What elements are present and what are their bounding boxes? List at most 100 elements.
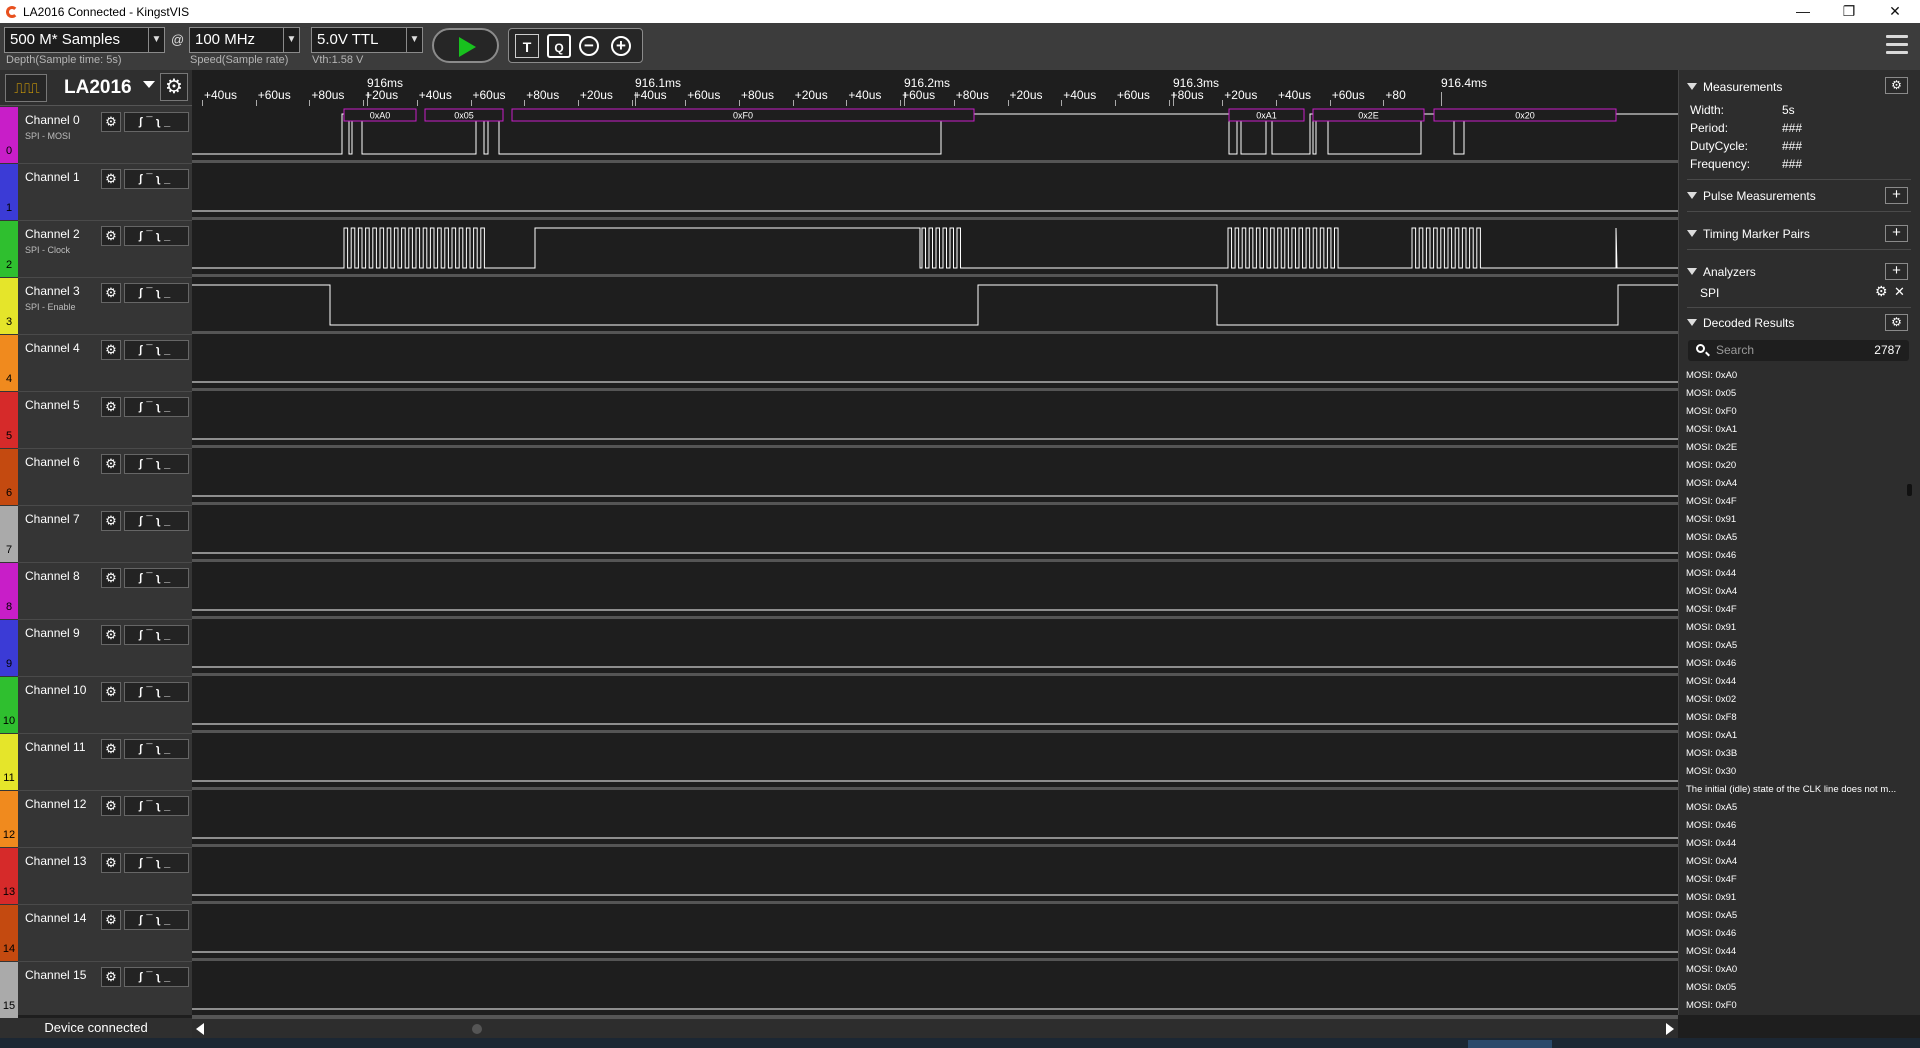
- sample-rate-select[interactable]: 100 MHz ▼: [189, 27, 300, 53]
- gear-icon[interactable]: ⚙: [1875, 283, 1888, 300]
- gear-icon[interactable]: ⚙: [101, 112, 121, 132]
- gear-icon[interactable]: ⚙: [101, 682, 121, 702]
- zoom-out-icon[interactable]: −: [579, 36, 599, 56]
- time-ruler[interactable]: 916ms 916.1ms 916.2ms 916.3ms 916.4ms +40us +6…: [192, 70, 1678, 106]
- maximize-button[interactable]: ❐: [1826, 0, 1872, 23]
- channel-name[interactable]: Channel 2: [25, 227, 80, 241]
- zoom-fit-icon[interactable]: Q: [547, 34, 571, 58]
- start-capture-button[interactable]: [432, 28, 499, 63]
- channel-name[interactable]: Channel 1: [25, 170, 80, 184]
- gear-icon[interactable]: ⚙: [101, 910, 121, 930]
- zoom-in-icon[interactable]: +: [611, 36, 631, 56]
- decoded-result-item[interactable]: MOSI: 0x91: [1686, 889, 1910, 907]
- decoded-result-item[interactable]: MOSI: 0xA4: [1686, 853, 1910, 871]
- channel-name[interactable]: Channel 13: [25, 854, 86, 868]
- trigger-edge-icons[interactable]: ʃ¯ʅ_: [124, 511, 189, 531]
- chevron-down-icon[interactable]: [143, 81, 155, 88]
- decoded-result-item[interactable]: MOSI: 0x30: [1686, 763, 1910, 781]
- decoded-result-item[interactable]: MOSI: 0xA4: [1686, 583, 1910, 601]
- hamburger-menu-icon[interactable]: [1886, 35, 1908, 59]
- gear-icon[interactable]: ⚙: [1885, 77, 1908, 94]
- waveform-traces[interactable]: 0xA0 0x05 0xF0 0xA1 0x2E 0x20: [192, 106, 1678, 1016]
- add-timing-marker-button[interactable]: +: [1885, 225, 1908, 242]
- channel-name[interactable]: Channel 4: [25, 341, 80, 355]
- decoded-result-item[interactable]: MOSI: 0xA0: [1686, 961, 1910, 979]
- close-icon[interactable]: ✕: [1894, 284, 1905, 300]
- results-scroll-thumb[interactable]: [1907, 484, 1912, 496]
- channel-row[interactable]: 12 Channel 12 ⚙ ʃ¯ʅ_: [0, 791, 192, 848]
- decoded-result-item[interactable]: MOSI: 0xA4: [1686, 475, 1910, 493]
- decoded-result-item[interactable]: MOSI: 0xA1: [1686, 727, 1910, 745]
- decoded-result-item[interactable]: MOSI: 0x46: [1686, 547, 1910, 565]
- channel-row[interactable]: 5 Channel 5 ⚙ ʃ¯ʅ_: [0, 392, 192, 449]
- text-tool-icon[interactable]: T: [515, 34, 539, 58]
- trigger-edge-icons[interactable]: ʃ¯ʅ_: [124, 625, 189, 645]
- analyzer-spi[interactable]: SPI: [1700, 286, 1719, 300]
- trigger-edge-icons[interactable]: ʃ¯ʅ_: [124, 340, 189, 360]
- search-box[interactable]: 2787: [1688, 340, 1909, 361]
- add-analyzer-button[interactable]: +: [1885, 263, 1908, 280]
- channel-row[interactable]: 2 Channel 2 SPI - Clock ⚙ ʃ¯ʅ_: [0, 221, 192, 278]
- trigger-edge-icons[interactable]: ʃ¯ʅ_: [124, 397, 189, 417]
- trigger-edge-icons[interactable]: ʃ¯ʅ_: [124, 226, 189, 246]
- channel-row[interactable]: 13 Channel 13 ⚙ ʃ¯ʅ_: [0, 848, 192, 905]
- channel-name[interactable]: Channel 11: [25, 740, 86, 754]
- channel-name[interactable]: Channel 12: [25, 797, 86, 811]
- trigger-edge-icons[interactable]: ʃ¯ʅ_: [124, 853, 189, 873]
- pulse-measurements-header[interactable]: Pulse Measurements: [1687, 189, 1816, 203]
- gear-icon[interactable]: ⚙: [1885, 314, 1908, 331]
- channel-name[interactable]: Channel 6: [25, 455, 80, 469]
- decoded-result-item[interactable]: MOSI: 0x4F: [1686, 601, 1910, 619]
- scroll-left-icon[interactable]: [196, 1023, 204, 1035]
- channel-name[interactable]: Channel 3: [25, 284, 80, 298]
- channel-row[interactable]: 6 Channel 6 ⚙ ʃ¯ʅ_: [0, 449, 192, 506]
- horizontal-scrollbar[interactable]: [192, 1018, 1678, 1038]
- scroll-thumb[interactable]: [472, 1024, 482, 1034]
- channel-row[interactable]: 14 Channel 14 ⚙ ʃ¯ʅ_: [0, 905, 192, 962]
- channel-row[interactable]: 3 Channel 3 SPI - Enable ⚙ ʃ¯ʅ_: [0, 278, 192, 335]
- sample-depth-select[interactable]: 500 M* Samples ▼: [4, 27, 165, 53]
- decoded-result-item[interactable]: MOSI: 0x46: [1686, 817, 1910, 835]
- decoded-result-item[interactable]: MOSI: 0xF0: [1686, 997, 1910, 1015]
- decoded-result-item[interactable]: MOSI: 0x46: [1686, 655, 1910, 673]
- channel-row[interactable]: 7 Channel 7 ⚙ ʃ¯ʅ_: [0, 506, 192, 563]
- decoded-results-list[interactable]: MOSI: 0xA0 MOSI: 0x05 MOSI: 0xF0 MOSI: 0xA1…: [1686, 367, 1910, 1015]
- gear-icon[interactable]: ⚙: [101, 967, 121, 987]
- decoded-result-item[interactable]: MOSI: 0x3B: [1686, 745, 1910, 763]
- timing-markers-header[interactable]: Timing Marker Pairs: [1687, 227, 1810, 241]
- gear-icon[interactable]: ⚙: [101, 169, 121, 189]
- channel-row[interactable]: 11 Channel 11 ⚙ ʃ¯ʅ_: [0, 734, 192, 791]
- gear-icon[interactable]: ⚙: [101, 226, 121, 246]
- channel-row[interactable]: 8 Channel 8 ⚙ ʃ¯ʅ_: [0, 563, 192, 620]
- trigger-edge-icons[interactable]: ʃ¯ʅ_: [124, 169, 189, 189]
- decoded-result-item[interactable]: MOSI: 0xF0: [1686, 403, 1910, 421]
- decoded-result-item[interactable]: MOSI: 0x91: [1686, 619, 1910, 637]
- gear-icon[interactable]: ⚙: [160, 73, 188, 101]
- threshold-select[interactable]: 5.0V TTL ▼: [311, 27, 423, 53]
- minimize-button[interactable]: —: [1780, 0, 1826, 23]
- decoded-result-item[interactable]: MOSI: 0x4F: [1686, 871, 1910, 889]
- gear-icon[interactable]: ⚙: [101, 853, 121, 873]
- decoded-result-item[interactable]: MOSI: 0x46: [1686, 925, 1910, 943]
- decoded-result-item[interactable]: MOSI: 0x05: [1686, 385, 1910, 403]
- decoded-result-item[interactable]: MOSI: 0xF8: [1686, 709, 1910, 727]
- decoded-result-item[interactable]: MOSI: 0x44: [1686, 835, 1910, 853]
- decoded-result-item[interactable]: MOSI: 0x4F: [1686, 493, 1910, 511]
- channel-name[interactable]: Channel 0: [25, 113, 80, 127]
- add-pulse-measurement-button[interactable]: +: [1885, 187, 1908, 204]
- channel-name[interactable]: Channel 7: [25, 512, 80, 526]
- gear-icon[interactable]: ⚙: [101, 511, 121, 531]
- search-input[interactable]: [1716, 342, 1846, 358]
- channel-name[interactable]: Channel 8: [25, 569, 80, 583]
- scroll-right-icon[interactable]: [1666, 1023, 1674, 1035]
- trigger-edge-icons[interactable]: ʃ¯ʅ_: [124, 967, 189, 987]
- decoded-result-item[interactable]: The initial (idle) state of the CLK line…: [1686, 781, 1910, 799]
- channel-row[interactable]: 4 Channel 4 ⚙ ʃ¯ʅ_: [0, 335, 192, 392]
- channel-row[interactable]: 1 Channel 1 ⚙ ʃ¯ʅ_: [0, 164, 192, 221]
- channel-name[interactable]: Channel 9: [25, 626, 80, 640]
- trigger-edge-icons[interactable]: ʃ¯ʅ_: [124, 283, 189, 303]
- decoded-result-item[interactable]: MOSI: 0x44: [1686, 943, 1910, 961]
- channel-name[interactable]: Channel 5: [25, 398, 80, 412]
- decoded-result-item[interactable]: MOSI: 0x02: [1686, 691, 1910, 709]
- decoded-result-item[interactable]: MOSI: 0xA5: [1686, 637, 1910, 655]
